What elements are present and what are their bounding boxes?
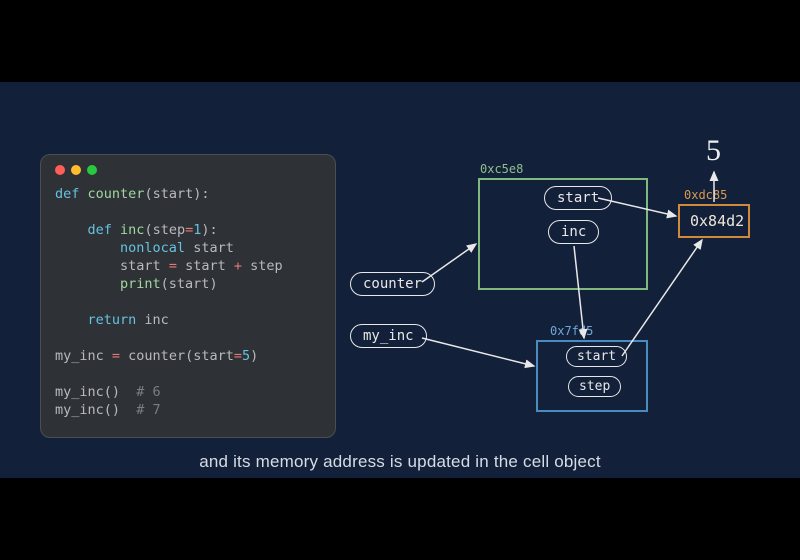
keyword-def: def	[88, 222, 112, 238]
addr-outer: 0xc5e8	[480, 162, 523, 176]
comment: # 6	[136, 384, 160, 400]
keyword-def: def	[55, 186, 79, 202]
code-text: start	[120, 258, 169, 274]
output-value: 5	[706, 134, 721, 168]
code-text: start	[185, 240, 234, 256]
num-5: 5	[242, 348, 250, 364]
var-step-inner: step	[568, 376, 621, 397]
name-counter: counter	[350, 272, 435, 296]
fn-inc: inc	[120, 222, 144, 238]
letterbox-top	[0, 0, 800, 82]
keyword-return: return	[88, 312, 137, 328]
cell-object: 0x84d2	[678, 204, 750, 238]
keyword-nonlocal: nonlocal	[120, 240, 185, 256]
addr-cell: 0xdc85	[684, 188, 727, 202]
code-text: my_inc	[55, 348, 112, 364]
var-start-outer: start	[544, 186, 612, 210]
addr-inner: 0x7fd5	[550, 324, 593, 338]
code-text: my_inc()	[55, 384, 136, 400]
op-eq: =	[234, 348, 242, 364]
comment: # 7	[136, 402, 160, 418]
subtitle-caption: and its memory address is updated in the…	[0, 452, 800, 472]
op-plus: +	[234, 258, 242, 274]
name-my-inc: my_inc	[350, 324, 427, 348]
code-text: my_inc()	[55, 402, 136, 418]
code-text: counter(start	[120, 348, 234, 364]
code-text: inc	[136, 312, 169, 328]
code-text: (start)	[161, 276, 218, 292]
fn-print: print	[120, 276, 161, 292]
op-eq: =	[112, 348, 120, 364]
code-text: step	[242, 258, 283, 274]
letterbox-bottom	[0, 478, 800, 560]
minimize-icon	[71, 165, 81, 175]
video-frame: def counter(start): def inc(step=1): non…	[0, 82, 800, 478]
memory-diagram: counter my_inc 0xc5e8 start inc 0x7fd5 s…	[350, 142, 780, 462]
code-text: (start):	[144, 186, 209, 202]
op-eq: =	[185, 222, 193, 238]
code-text: start	[177, 258, 234, 274]
op-eq: =	[169, 258, 177, 274]
code-block: def counter(start): def inc(step=1): non…	[55, 185, 321, 419]
maximize-icon	[87, 165, 97, 175]
code-text: (step	[144, 222, 185, 238]
fn-counter: counter	[88, 186, 145, 202]
code-text: ):	[201, 222, 217, 238]
code-editor: def counter(start): def inc(step=1): non…	[40, 154, 336, 438]
close-icon	[55, 165, 65, 175]
var-inc: inc	[548, 220, 599, 244]
window-controls	[55, 165, 321, 175]
code-text: )	[250, 348, 258, 364]
var-start-inner: start	[566, 346, 627, 367]
